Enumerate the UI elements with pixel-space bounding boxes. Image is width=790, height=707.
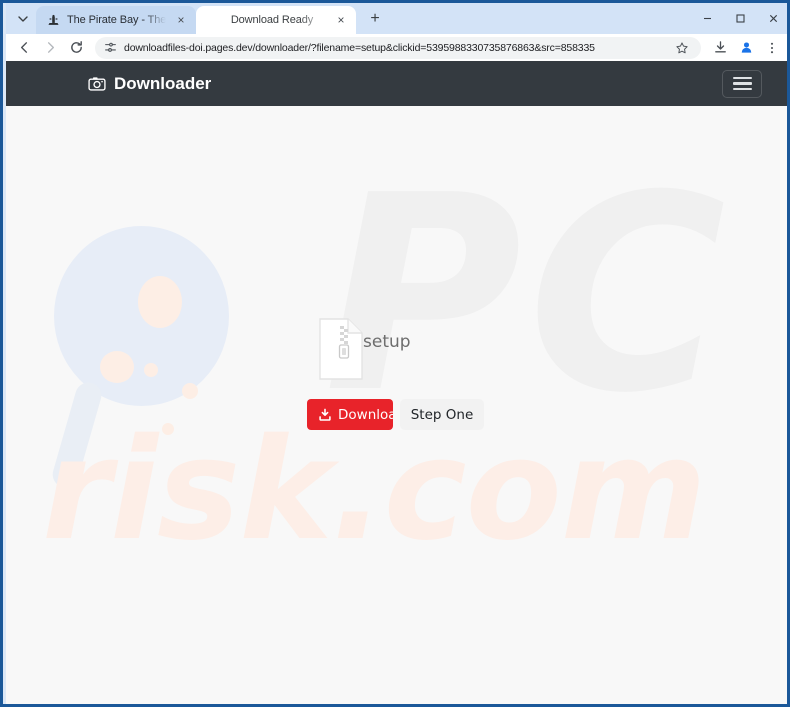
star-icon[interactable] <box>671 37 693 59</box>
site-header: Downloader <box>6 61 787 106</box>
new-tab-button[interactable]: + <box>362 6 388 32</box>
site-brand[interactable]: Downloader <box>88 74 211 94</box>
download-button-label: Download <box>338 406 393 423</box>
browser-chrome: The Pirate Bay - The galaxy's m × Downlo… <box>6 3 787 61</box>
downloads-icon[interactable] <box>708 36 732 60</box>
window-controls <box>691 3 787 34</box>
action-button-row: Download Step One <box>307 399 484 430</box>
address-bar[interactable]: downloadfiles-doi.pages.dev/downloader/?… <box>95 36 701 59</box>
site-brand-text: Downloader <box>114 73 212 93</box>
tab-close-icon[interactable]: × <box>173 12 189 28</box>
page-viewport: PC risk.com Downloader setup Downlo Step… <box>6 61 787 704</box>
page-body: setup Download Step One <box>6 106 787 704</box>
tune-icon[interactable] <box>103 41 117 55</box>
window-maximize-button[interactable] <box>724 3 757 34</box>
tab-search-chevron-down-icon[interactable] <box>10 6 36 32</box>
pirate-bay-favicon <box>46 13 60 27</box>
window-minimize-button[interactable] <box>691 3 724 34</box>
download-button[interactable]: Download <box>307 399 393 430</box>
browser-tab-download-ready[interactable]: Download Ready × <box>196 6 356 34</box>
back-arrow-icon[interactable] <box>12 36 36 60</box>
reload-icon[interactable] <box>64 36 88 60</box>
tab-title: The Pirate Bay - The galaxy's m <box>67 14 166 26</box>
zip-file-icon <box>319 318 363 380</box>
profile-avatar-icon[interactable] <box>734 36 758 60</box>
window-close-button[interactable] <box>757 3 787 34</box>
forward-arrow-icon[interactable] <box>38 36 62 60</box>
file-row: setup <box>303 318 513 382</box>
browser-tab-pirate-bay[interactable]: The Pirate Bay - The galaxy's m × <box>36 6 196 34</box>
camera-icon <box>88 75 106 93</box>
tab-strip: The Pirate Bay - The galaxy's m × Downlo… <box>6 3 787 34</box>
screenshot-frame: The Pirate Bay - The galaxy's m × Downlo… <box>0 0 790 707</box>
browser-toolbar: downloadfiles-doi.pages.dev/downloader/?… <box>6 34 787 61</box>
navbar-toggle-button[interactable] <box>722 69 762 98</box>
three-dot-menu-icon[interactable] <box>760 36 784 60</box>
tab-close-icon[interactable]: × <box>333 12 349 28</box>
file-name-label: setup <box>363 332 411 352</box>
step-one-button[interactable]: Step One <box>400 399 484 430</box>
download-panel: setup Download Step One <box>303 318 513 430</box>
download-arrow-icon <box>318 408 332 422</box>
hamburger-icon <box>732 76 752 91</box>
url-text: downloadfiles-doi.pages.dev/downloader/?… <box>124 41 595 54</box>
step-one-button-label: Step One <box>410 406 474 423</box>
tab-title: Download Ready <box>230 14 314 26</box>
